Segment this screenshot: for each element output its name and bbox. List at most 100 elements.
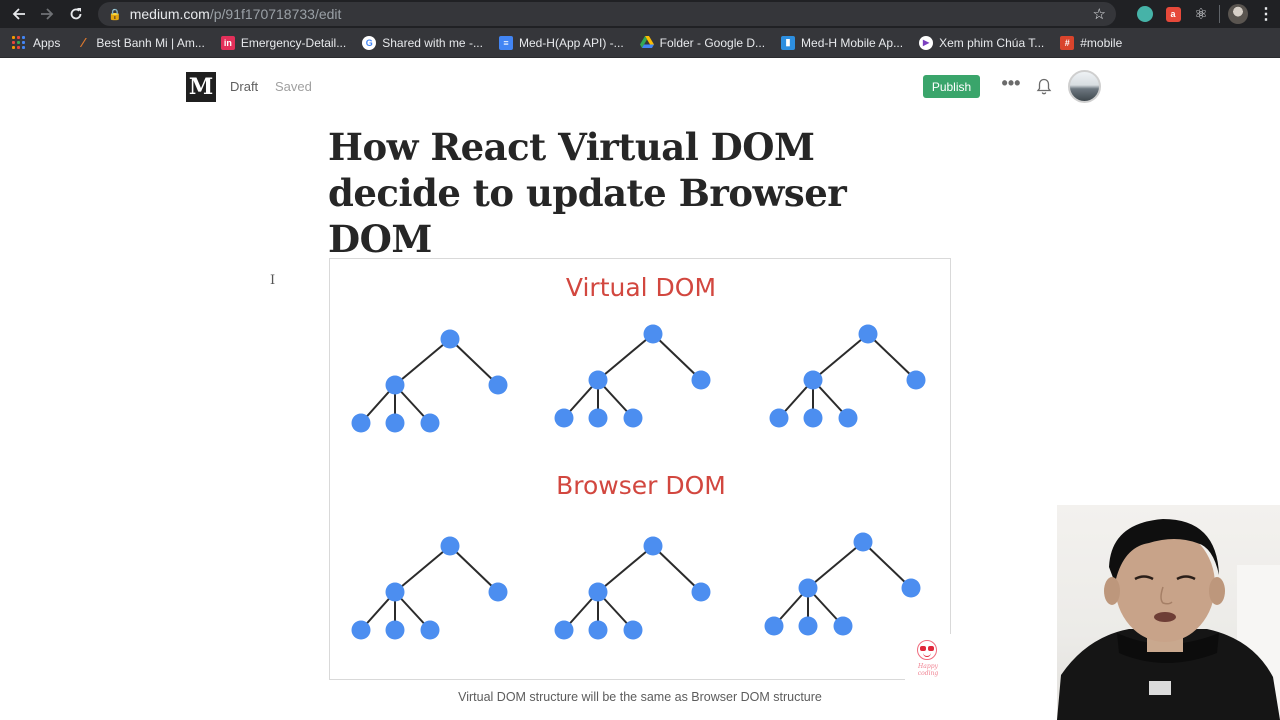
- slack-icon: #: [1060, 35, 1075, 50]
- tree-edge: [394, 338, 451, 386]
- tree-node: [420, 620, 440, 640]
- notifications-bell-icon[interactable]: [1036, 78, 1052, 96]
- tree-node: [769, 408, 789, 428]
- play-icon: ▶: [919, 35, 934, 50]
- back-button[interactable]: [5, 0, 33, 28]
- arrow-right-icon: [41, 8, 54, 20]
- bookmark-xem-phim[interactable]: ▶ Xem phim Chúa T...: [919, 35, 1045, 50]
- bookmark-label: Emergency-Detail...: [240, 35, 347, 50]
- circle-extension-icon: [1137, 6, 1153, 22]
- toolbar-divider: [1219, 5, 1220, 23]
- bookmark-label: #mobile: [1080, 35, 1123, 50]
- tree-edge: [597, 333, 654, 381]
- publish-button[interactable]: Publish: [923, 75, 980, 98]
- extension-react-devtools[interactable]: ⚛: [1187, 0, 1215, 28]
- sticker-caption: Happy coding: [917, 663, 939, 677]
- tree-node: [623, 620, 643, 640]
- tree-node: [691, 370, 711, 390]
- tree-node: [420, 413, 440, 433]
- bookmark-label: Apps: [33, 35, 61, 50]
- bookmark-emergency-detail[interactable]: in Emergency-Detail...: [220, 35, 347, 50]
- extension-grammarly[interactable]: [1131, 0, 1159, 28]
- reload-button[interactable]: [62, 0, 90, 28]
- bookmark-label: Shared with me -...: [382, 35, 483, 50]
- medium-logo[interactable]: M: [186, 72, 216, 102]
- bookmark-label: Folder - Google D...: [659, 35, 766, 50]
- tree-node: [833, 616, 853, 636]
- more-options-icon[interactable]: •••: [1000, 74, 1022, 96]
- tree-node: [588, 620, 608, 640]
- trello-icon: ▮: [781, 35, 796, 50]
- tree-edge: [449, 545, 499, 593]
- tree-node: [643, 536, 663, 556]
- forward-button[interactable]: [33, 0, 61, 28]
- tree-edge: [862, 541, 912, 589]
- tree-node: [351, 620, 371, 640]
- tree-node: [554, 408, 574, 428]
- lock-icon: 🔒: [108, 8, 122, 21]
- extension-pdf[interactable]: a: [1159, 0, 1187, 28]
- tree-node: [623, 408, 643, 428]
- user-avatar[interactable]: [1068, 70, 1101, 103]
- tree-edge: [812, 333, 869, 381]
- tree-node: [385, 620, 405, 640]
- tree-node: [838, 408, 858, 428]
- star-icon[interactable]: ☆: [1093, 5, 1106, 23]
- tree-edge: [867, 333, 917, 381]
- tree-node: [764, 616, 784, 636]
- google-docs-icon: ≡: [498, 35, 513, 50]
- bookmark-shared-with-me[interactable]: G Shared with me -...: [362, 35, 483, 50]
- tree-node: [853, 532, 873, 552]
- bookmark-label: Best Banh Mi | Am...: [96, 35, 205, 50]
- tree-node: [798, 578, 818, 598]
- tree-edge: [449, 338, 499, 386]
- extensions-area: a ⚛ ⋮: [1131, 0, 1280, 28]
- tree-node: [588, 582, 608, 602]
- apps-grid-icon: [12, 35, 26, 50]
- address-bar[interactable]: 🔒 medium.com/p/91f170718733/edit ☆: [98, 2, 1116, 26]
- bookmark-med-h-api[interactable]: ≡ Med-H(App API) -...: [498, 35, 624, 50]
- bookmark-label: Med-H Mobile Ap...: [801, 35, 904, 50]
- tree-node: [803, 408, 823, 428]
- profile-button[interactable]: [1224, 0, 1252, 28]
- tree-node: [488, 582, 508, 602]
- tree-node: [858, 324, 878, 344]
- tree-node: [691, 582, 711, 602]
- bookmark-apps[interactable]: Apps: [12, 35, 61, 50]
- tree-edge: [652, 545, 702, 593]
- google-drive-icon: [639, 36, 654, 50]
- image-caption[interactable]: Virtual DOM structure will be the same a…: [329, 690, 951, 704]
- bookmark-med-h-mobile[interactable]: ▮ Med-H Mobile Ap...: [781, 35, 904, 50]
- bookmark-google-drive-folder[interactable]: Folder - Google D...: [639, 35, 766, 50]
- mouse-text-cursor: I: [270, 273, 276, 288]
- chrome-menu-button[interactable]: ⋮: [1252, 0, 1280, 28]
- reload-icon: [70, 8, 82, 20]
- tree-edge: [807, 541, 864, 589]
- story-title[interactable]: How React Virtual DOM decide to update B…: [328, 124, 928, 262]
- bookmark-label: Xem phim Chúa T...: [939, 35, 1045, 50]
- tree-node: [351, 413, 371, 433]
- tree-node: [554, 620, 574, 640]
- tree-node: [385, 375, 405, 395]
- pdf-extension-icon: a: [1165, 6, 1181, 22]
- story-image[interactable]: Virtual DOM Browser DOM: [329, 258, 951, 680]
- react-icon: ⚛: [1194, 6, 1208, 23]
- invision-icon: in: [220, 35, 235, 50]
- tree-node: [588, 370, 608, 390]
- webcam-overlay: [1057, 505, 1280, 720]
- draft-status: Draft: [230, 79, 259, 94]
- arrow-left-icon: [12, 8, 25, 20]
- url-path: /p/91f170718733/edit: [209, 6, 342, 22]
- kebab-menu-icon: ⋮: [1258, 6, 1274, 23]
- tree-node: [385, 582, 405, 602]
- tree-node: [488, 375, 508, 395]
- banh-mi-icon: ⁄: [82, 35, 85, 50]
- bookmark-banh-mi[interactable]: ⁄ Best Banh Mi | Am...: [76, 35, 205, 50]
- bookmark-label: Med-H(App API) -...: [518, 35, 624, 50]
- tree-node: [643, 324, 663, 344]
- bookmark-mobile[interactable]: # #mobile: [1060, 35, 1123, 50]
- url-host: medium.com: [129, 6, 210, 22]
- dom-trees-diagram: [351, 324, 926, 640]
- bookmarks-bar: Apps ⁄ Best Banh Mi | Am... in Emergency…: [0, 28, 1280, 58]
- tree-node: [901, 578, 921, 598]
